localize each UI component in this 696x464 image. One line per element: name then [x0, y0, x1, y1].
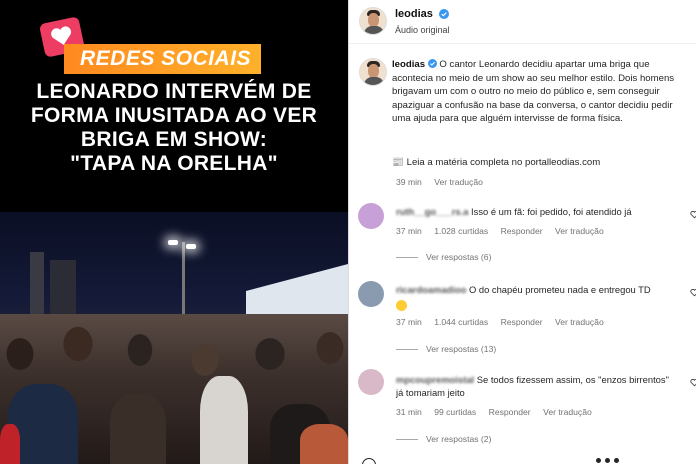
laughing-emoji-icon — [396, 299, 407, 311]
reply-link[interactable]: Responder — [489, 407, 531, 417]
comment-text: Isso é um fã: foi pedido, foi atendido j… — [471, 206, 632, 217]
post-translate-link[interactable]: Ver tradução — [434, 177, 483, 187]
post-time: 39 min — [396, 177, 422, 187]
headline-area: REDES SOCIAIS LEONARDO INTERVÉM DE FORMA… — [0, 0, 348, 212]
verified-icon — [427, 59, 437, 68]
category-badge: REDES SOCIAIS — [64, 44, 262, 74]
comment-icon[interactable] — [362, 458, 376, 464]
comment: ricardoamadioo O do chapéu prometeu nada… — [396, 284, 678, 312]
comment-text: O do chapéu prometeu nada e entregou TD — [468, 284, 651, 295]
view-replies[interactable]: Ver respostas (2) — [396, 434, 491, 444]
like-heart-icon[interactable] — [690, 210, 696, 219]
commenter-avatar[interactable] — [358, 203, 384, 229]
view-replies[interactable]: Ver respostas (13) — [396, 344, 496, 354]
author-avatar[interactable] — [359, 7, 387, 35]
author-username[interactable]: leodias — [395, 8, 433, 20]
headline-line: LEONARDO INTERVÉM DE — [36, 80, 312, 103]
headline: LEONARDO INTERVÉM DE FORMA INUSITADA AO … — [10, 80, 338, 176]
verified-icon — [439, 9, 449, 19]
caption-text: O cantor Leonardo decidiu apartar uma br… — [392, 59, 675, 125]
comment: mpcoupremoistal Se todos fizessem assim,… — [396, 374, 678, 399]
view-replies-label[interactable]: Ver respostas (13) — [426, 344, 496, 354]
headline-line: BRIGA EM SHOW: — [80, 128, 268, 151]
headline-line: FORMA INUSITADA AO VER — [30, 104, 318, 127]
translate-link[interactable]: Ver tradução — [555, 317, 604, 327]
translate-link[interactable]: Ver tradução — [543, 407, 592, 417]
caption-avatar[interactable] — [359, 58, 387, 86]
post-media[interactable]: REDES SOCIAIS LEONARDO INTERVÉM DE FORMA… — [0, 0, 348, 464]
like-heart-icon[interactable] — [690, 378, 696, 387]
like-heart-icon[interactable] — [690, 288, 696, 297]
view-replies-label[interactable]: Ver respostas (6) — [426, 252, 491, 262]
comment: ruth__go___rs.a Isso é um fã: foi pedido… — [396, 206, 678, 219]
comment-time: 37 min — [396, 226, 422, 236]
comment-meta: 37 min 1.028 curtidas Responder Ver trad… — [396, 226, 614, 236]
comment-username[interactable]: ricardoamadioo — [396, 284, 466, 295]
comment-time: 37 min — [396, 317, 422, 327]
commenter-avatar[interactable] — [358, 281, 384, 307]
caption-username[interactable]: leodias — [392, 59, 425, 70]
reply-link[interactable]: Responder — [501, 317, 543, 327]
headline-line: "TAPA NA ORELHA" — [70, 152, 278, 175]
comment-username[interactable]: ruth__go___rs.a — [396, 206, 468, 217]
video-frame[interactable] — [0, 212, 348, 464]
post-header: leodias Áudio original — [349, 0, 696, 44]
post-caption: leodias O cantor Leonardo decidiu aparta… — [392, 58, 684, 126]
article-link[interactable]: 📰 Leia a matéria completa no portalleodi… — [392, 157, 600, 168]
post-actions-bar — [348, 456, 696, 464]
comment-meta: 31 min 99 curtidas Responder Ver traduçã… — [396, 407, 602, 417]
audio-label[interactable]: Áudio original — [395, 25, 450, 35]
view-replies-label[interactable]: Ver respostas (2) — [426, 434, 491, 444]
translate-link[interactable]: Ver tradução — [555, 226, 604, 236]
comment-likes[interactable]: 99 curtidas — [434, 407, 476, 417]
comment-time: 31 min — [396, 407, 422, 417]
screenshot-root: REDES SOCIAIS LEONARDO INTERVÉM DE FORMA… — [0, 0, 696, 464]
post-meta: 39 min Ver tradução — [396, 177, 493, 187]
comment-likes[interactable]: 1.028 curtidas — [434, 226, 488, 236]
commenter-avatar[interactable] — [358, 369, 384, 395]
view-replies[interactable]: Ver respostas (6) — [396, 252, 491, 262]
reply-link[interactable]: Responder — [501, 226, 543, 236]
comment-meta: 37 min 1.044 curtidas Responder Ver trad… — [396, 317, 614, 327]
comment-likes[interactable]: 1.044 curtidas — [434, 317, 488, 327]
stage-lamp — [186, 244, 196, 249]
more-icon[interactable] — [596, 458, 622, 464]
comment-username[interactable]: mpcoupremoistal — [396, 374, 474, 385]
crowd — [0, 314, 348, 464]
stage-lamp — [168, 240, 178, 245]
